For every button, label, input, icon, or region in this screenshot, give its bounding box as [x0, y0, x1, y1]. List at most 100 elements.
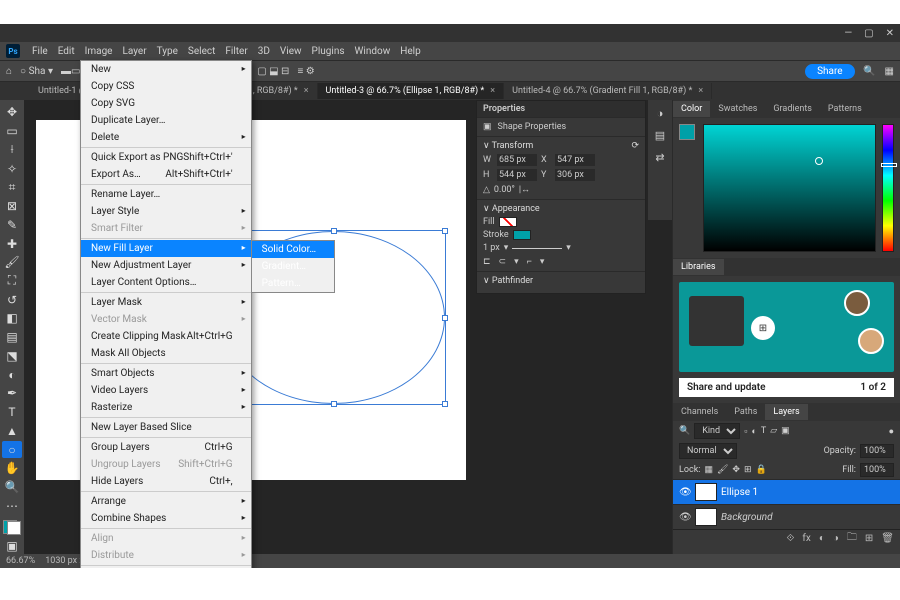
fill-swatch[interactable] [499, 217, 517, 227]
color-swatches-icon[interactable] [3, 520, 21, 535]
close-button[interactable]: ✕ [886, 28, 894, 39]
link-layers-icon[interactable]: ⟐ [786, 533, 794, 544]
stroke-width[interactable]: 1 px [483, 243, 500, 253]
healing-tool-icon[interactable]: ✚ [2, 235, 22, 252]
shape-tool-dropdown[interactable]: ○ Sha ▾ [20, 66, 53, 77]
menu-item[interactable]: Create Clipping MaskAlt+Ctrl+G [81, 328, 251, 345]
dodge-tool-icon[interactable]: ◐ [2, 366, 22, 383]
lock-trans-icon[interactable]: ▦ [704, 465, 713, 475]
menu-item[interactable]: Rename Layer… [81, 186, 251, 203]
document-tab[interactable]: Untitled-3 @ 66.7% (Ellipse 1, RGB/8#) *… [318, 83, 505, 99]
layer-row[interactable]: 👁Background [673, 504, 900, 529]
menu-item[interactable]: Combine Shapes [81, 510, 251, 527]
menu-3d[interactable]: 3D [253, 44, 275, 59]
menu-select[interactable]: Select [183, 44, 220, 59]
opacity-input[interactable] [860, 444, 894, 458]
tab-layers[interactable]: Layers [765, 404, 807, 420]
color-field[interactable] [703, 124, 876, 252]
menu-item[interactable]: Duplicate Layer… [81, 112, 251, 129]
menu-item[interactable]: Delete [81, 129, 251, 146]
quick-mask-icon[interactable]: ▣ [2, 537, 22, 554]
tab-libraries[interactable]: Libraries [673, 259, 724, 275]
crop-tool-icon[interactable]: ⌗ [2, 179, 22, 196]
layer-row[interactable]: 👁Ellipse 1 [673, 479, 900, 504]
menu-item[interactable]: Lock Layers…Ctrl+/ [81, 567, 251, 568]
type-tool-icon[interactable]: T [2, 404, 22, 421]
cap-butt-icon[interactable]: ⊏ [483, 257, 491, 267]
collapsed-adjustments-icon[interactable]: ◑ [651, 104, 669, 122]
tab-channels[interactable]: Channels [673, 404, 726, 420]
lock-all-icon[interactable]: 🔒 [755, 465, 766, 475]
menu-item[interactable]: New Adjustment Layer [81, 257, 251, 274]
ellipse-tool-icon[interactable]: ○ [2, 441, 22, 458]
reset-icon[interactable]: ⟳ [631, 141, 639, 151]
tab-gradients[interactable]: Gradients [765, 101, 820, 117]
menu-item[interactable]: Copy CSS [81, 78, 251, 95]
tab-paths[interactable]: Paths [726, 404, 765, 420]
new-layer-icon[interactable]: ⊞ [865, 533, 873, 544]
cap-round-icon[interactable]: ⊂ [499, 257, 507, 267]
document-tab[interactable]: Untitled-4 @ 66.7% (Gradient Fill 1, RGB… [504, 83, 712, 99]
filter-type-icon[interactable]: T [761, 426, 766, 436]
menu-layer[interactable]: Layer [118, 44, 152, 59]
menu-item[interactable]: Layer Mask [81, 294, 251, 311]
delete-layer-icon[interactable]: 🗑 [881, 533, 894, 544]
pen-tool-icon[interactable]: ✒ [2, 385, 22, 402]
stroke-swatch[interactable] [513, 230, 531, 240]
prop-y[interactable]: 306 px [555, 169, 595, 181]
menu-view[interactable]: View [275, 44, 307, 59]
menu-item[interactable]: Video Layers [81, 382, 251, 399]
menu-item[interactable]: Layer Content Options… [81, 274, 251, 291]
menu-item[interactable]: Layer Style [81, 203, 251, 220]
menu-filter[interactable]: Filter [220, 44, 252, 59]
menu-item[interactable]: Copy SVG [81, 95, 251, 112]
eyedropper-tool-icon[interactable]: ✎ [2, 216, 22, 233]
blur-tool-icon[interactable]: ⬔ [2, 348, 22, 365]
min-button[interactable]: — [844, 28, 852, 39]
menu-help[interactable]: Help [395, 44, 425, 59]
join-miter-icon[interactable]: ⌐ [527, 256, 532, 267]
collapsed-history-icon[interactable]: ▤ [651, 126, 669, 144]
fill-input[interactable] [860, 463, 894, 477]
brush-tool-icon[interactable]: 🖌 [2, 254, 22, 271]
submenu-item[interactable]: Solid Color… [252, 241, 334, 258]
close-tab-icon[interactable]: × [304, 86, 309, 96]
menu-item[interactable]: New Layer Based Slice [81, 419, 251, 436]
mask-icon[interactable]: ◐ [819, 533, 825, 544]
visibility-icon[interactable]: 👁 [679, 487, 691, 498]
visibility-icon[interactable]: 👁 [679, 512, 691, 523]
zoom-tool-icon[interactable]: 🔍 [2, 479, 22, 496]
menu-item[interactable]: New Fill LayerSolid Color…Gradient…Patte… [81, 240, 251, 257]
group-icon[interactable]: 🗀 [847, 530, 857, 547]
blend-mode-select[interactable]: Normal [679, 443, 737, 459]
history-brush-icon[interactable]: ↺ [2, 291, 22, 308]
more-tools-icon[interactable]: ⋯ [2, 497, 22, 514]
marquee-tool-icon[interactable]: ▭ [2, 123, 22, 140]
layers-panel[interactable]: 🔍Kind ▫ ◐ T ▱ ▣ ● Normal Opacity: Lock: … [673, 421, 900, 554]
submenu-item[interactable]: Pattern… [252, 275, 334, 292]
adjustment-layer-icon[interactable]: ◑ [833, 533, 839, 544]
workspace-icon[interactable]: ▦ [885, 66, 894, 77]
wand-tool-icon[interactable]: ✧ [2, 160, 22, 177]
share-button[interactable]: Share [805, 64, 854, 79]
prop-angle[interactable]: 0.00° [494, 185, 515, 195]
fx-icon[interactable]: fx [802, 533, 810, 544]
move-tool-icon[interactable]: ✥ [2, 104, 22, 121]
menu-item[interactable]: Quick Export as PNGShift+Ctrl+' [81, 149, 251, 166]
tab-color[interactable]: Color [673, 101, 710, 117]
layer-kind-select[interactable]: Kind [694, 423, 740, 439]
stamp-tool-icon[interactable]: ⛶ [2, 273, 22, 290]
filter-toggle[interactable]: ● [889, 426, 894, 437]
max-button[interactable]: ▢ [864, 28, 873, 39]
menu-image[interactable]: Image [80, 44, 118, 59]
lock-pos-icon[interactable]: ✥ [732, 465, 740, 475]
menu-file[interactable]: File [27, 44, 53, 59]
close-tab-icon[interactable]: × [490, 86, 495, 96]
menu-item[interactable]: Rasterize [81, 399, 251, 416]
menu-window[interactable]: Window [350, 44, 396, 59]
filter-adjust-icon[interactable]: ◐ [751, 426, 756, 437]
collapsed-swatches-icon[interactable]: ⇄ [651, 148, 669, 166]
pathfinder-heading[interactable]: ∨ Pathfinder [483, 276, 533, 286]
lasso-tool-icon[interactable]: ⟊ [2, 141, 22, 158]
filter-pixel-icon[interactable]: ▫ [744, 426, 747, 437]
